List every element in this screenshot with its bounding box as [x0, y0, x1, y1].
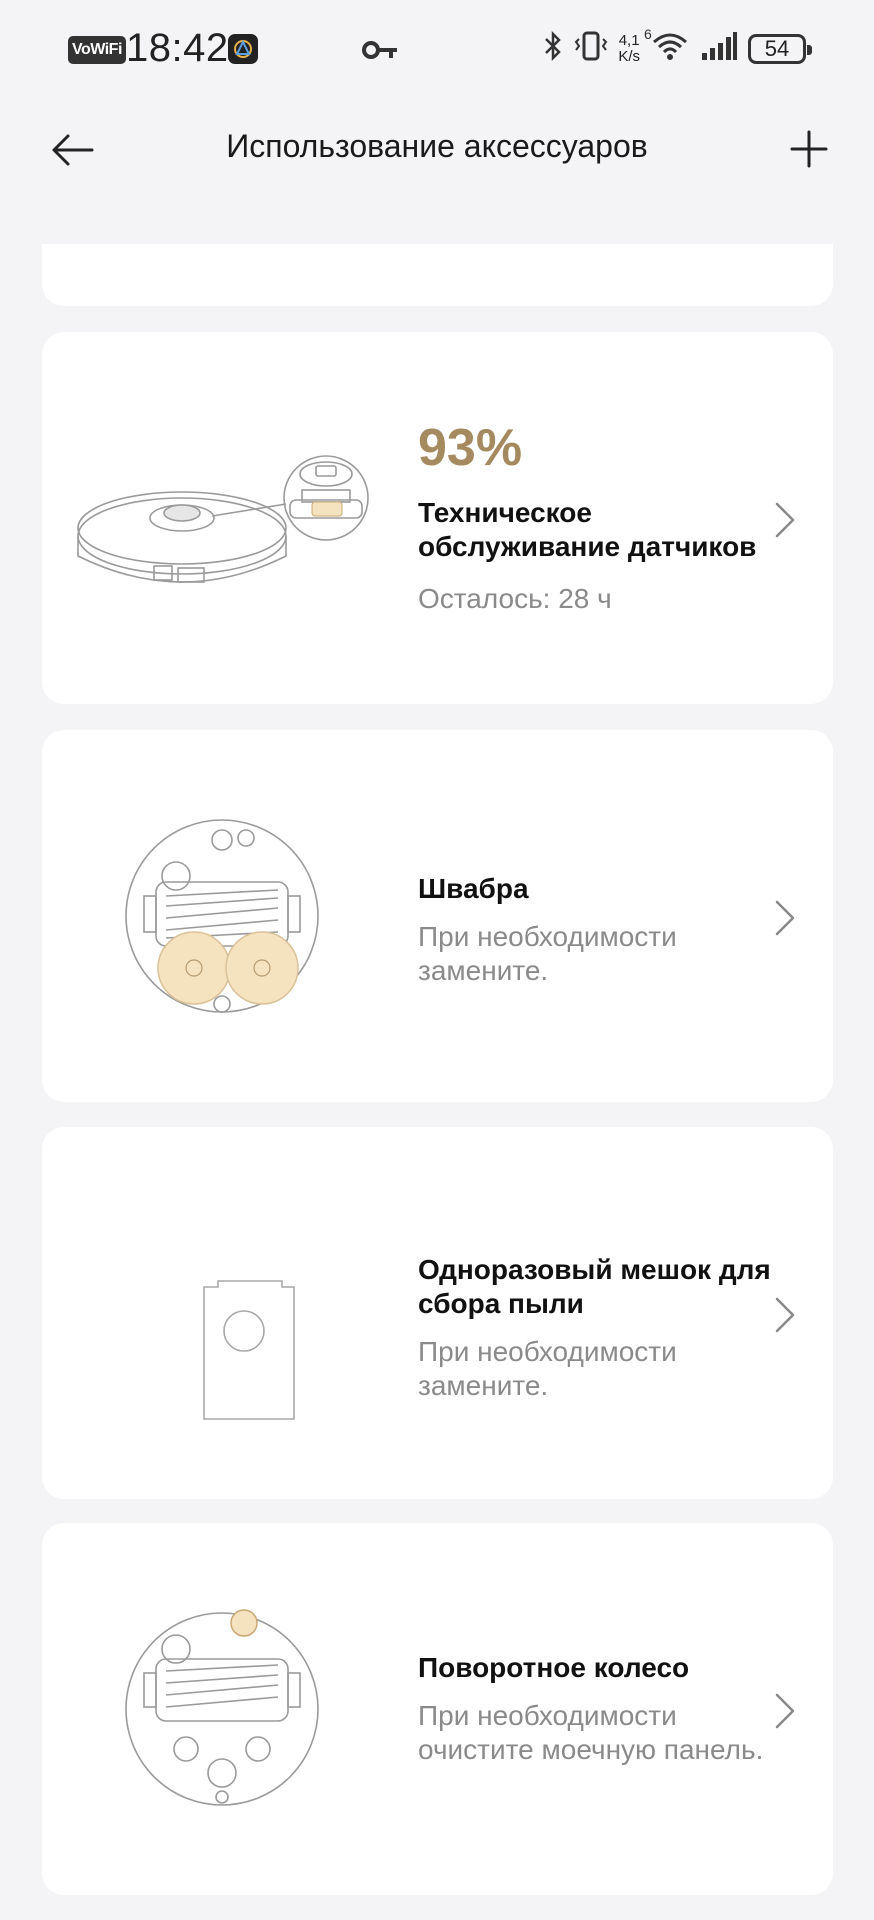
status-bar: VoWiFi 18:42 4,1 K/s 6 54 — [0, 0, 874, 100]
vpn-key-icon — [362, 38, 398, 67]
network-speed-unit: K/s — [618, 47, 640, 65]
chevron-right-icon — [775, 1693, 795, 1729]
vowifi-badge: VoWiFi — [68, 36, 126, 64]
chevron-right-icon — [775, 1297, 795, 1333]
accessory-name: Швабра — [418, 873, 529, 904]
accessory-card-sensors[interactable]: 93% Техническое обслуживание датчиков Ос… — [42, 332, 833, 704]
accessory-text: Швабра При необходимости замените. — [418, 872, 788, 988]
cellular-signal-icon — [700, 31, 738, 66]
robot-sensor-illustration — [72, 388, 392, 648]
accessory-name: Поворотное колесо — [418, 1652, 690, 1683]
robot-wheel-illustration — [72, 1579, 392, 1839]
dust-bag-illustration — [72, 1183, 392, 1443]
status-indicators: 4,1 K/s 6 54 — [542, 26, 812, 67]
add-button[interactable] — [784, 124, 834, 174]
vibrate-icon — [574, 30, 608, 67]
accessory-text: 93% Техническое обслуживание датчиков Ос… — [418, 418, 788, 616]
wifi-icon: 6 — [644, 26, 690, 67]
page-title: Использование аксессуаров — [226, 128, 648, 164]
accessory-status: При необходимости замените. — [418, 1336, 677, 1401]
battery-indicator: 54 — [748, 33, 812, 64]
accessory-card-swivel-wheel[interactable]: Поворотное колесо При необходимости очис… — [42, 1523, 833, 1895]
accessory-name: Техническое обслуживание датчиков — [418, 497, 757, 562]
accessory-status: Осталось: 28 ч — [418, 583, 612, 614]
remaining-percent: 93% — [418, 419, 523, 477]
accessory-name: Одноразовый мешок для сбора пыли — [418, 1254, 771, 1319]
chevron-right-icon — [775, 502, 795, 538]
accessory-card-mop[interactable]: Швабра При необходимости замените. — [42, 730, 833, 1102]
accessory-card-partial[interactable] — [42, 244, 833, 306]
network-speed-value: 4,1 — [618, 31, 640, 49]
app-notification-icon — [228, 34, 258, 64]
chevron-right-icon — [775, 900, 795, 936]
plus-icon — [790, 130, 828, 168]
status-time: 18:42 — [126, 26, 229, 70]
wifi-generation: 6 — [644, 26, 652, 42]
network-speed: 4,1 K/s — [618, 31, 640, 65]
robot-mop-illustration — [72, 786, 392, 1046]
bluetooth-icon — [542, 30, 564, 67]
accessory-text: Поворотное колесо При необходимости очис… — [418, 1651, 788, 1767]
accessory-status: При необходимости замените. — [418, 921, 677, 986]
accessory-card-dust-bag[interactable]: Одноразовый мешок для сбора пыли При нео… — [42, 1127, 833, 1499]
app-header: Использование аксессуаров — [0, 100, 874, 200]
accessory-text: Одноразовый мешок для сбора пыли При нео… — [418, 1253, 788, 1403]
accessory-status: При необходимости очистите моечную панел… — [418, 1700, 764, 1765]
